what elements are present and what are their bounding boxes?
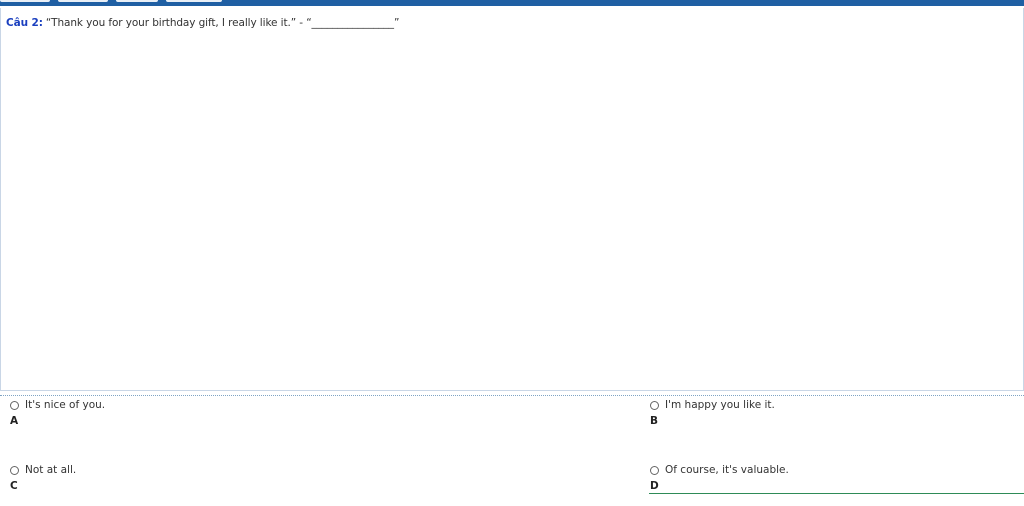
option-a-text[interactable]: It's nice of you. (25, 399, 105, 411)
radio-icon[interactable] (10, 401, 19, 410)
option-d[interactable]: Of course, it's valuable. D (650, 464, 1010, 506)
option-a-letter: A (10, 415, 19, 427)
option-d-letter: D (650, 480, 659, 492)
option-a[interactable]: It's nice of you. A (10, 399, 370, 441)
radio-icon[interactable] (650, 466, 659, 475)
option-b-letter: B (650, 415, 659, 427)
question-text: Câu 2: “Thank you for your birthday gift,… (6, 17, 399, 29)
question-number: Câu 2: (6, 17, 43, 29)
option-d-focus-underline (649, 493, 1024, 494)
option-c-letter: C (10, 480, 18, 492)
question-body: “Thank you for your birthday gift, I rea… (45, 17, 400, 29)
answer-divider (0, 395, 1024, 396)
nav-tab-3[interactable] (116, 0, 158, 2)
radio-icon[interactable] (650, 401, 659, 410)
option-c-text[interactable]: Not at all. (25, 464, 76, 476)
radio-icon[interactable] (10, 466, 19, 475)
option-b-text[interactable]: I'm happy you like it. (665, 399, 775, 411)
nav-tab-2[interactable] (58, 0, 108, 2)
option-d-text[interactable]: Of course, it's valuable. (665, 464, 789, 476)
question-panel: Câu 2: “Thank you for your birthday gift,… (0, 8, 1024, 391)
option-c[interactable]: Not at all. C (10, 464, 370, 506)
top-nav-bar (0, 0, 1024, 6)
nav-tab-1[interactable] (0, 0, 50, 2)
nav-tab-4[interactable] (166, 0, 222, 2)
option-b[interactable]: I'm happy you like it. B (650, 399, 1010, 441)
